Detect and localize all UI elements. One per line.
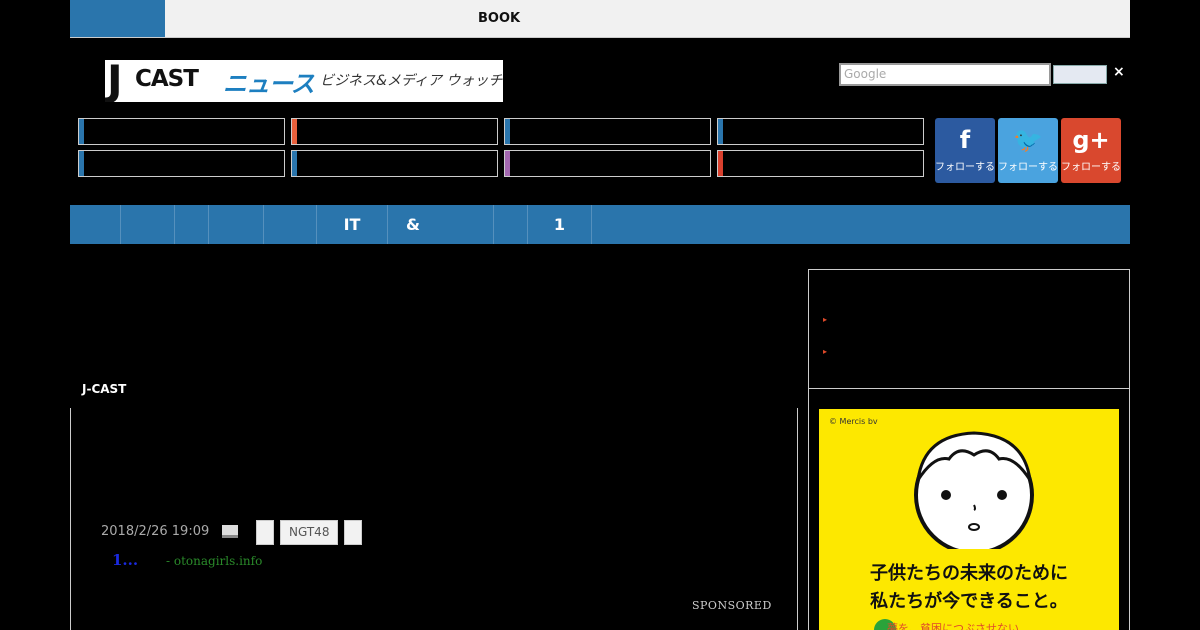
search-button[interactable] <box>1053 65 1107 84</box>
follow-label: フォローする <box>935 162 995 173</box>
section-label: J-CAST <box>82 382 127 396</box>
arrow-icon: ▸ <box>823 347 828 356</box>
print-icon[interactable] <box>222 525 238 538</box>
category-box-6[interactable] <box>291 150 498 177</box>
googleplus-icon: g+ <box>1072 126 1110 154</box>
main-nav: IT & 1 <box>70 205 1130 244</box>
nav-item-3[interactable] <box>175 205 209 244</box>
follow-label: フォローする <box>1061 162 1121 173</box>
logo-cast: CAST <box>135 66 199 92</box>
ad-headline-2: 私たちが今できること。 <box>870 591 1068 612</box>
tag-chip[interactable] <box>344 520 362 545</box>
twitter-follow-button[interactable]: 🐦 フォローする <box>998 118 1058 183</box>
ad-subline: 夢を、貧困につぶさせない <box>887 622 1019 630</box>
sponsored-source[interactable]: - otonagirls.info <box>166 554 262 568</box>
category-box-8[interactable] <box>717 150 924 177</box>
nav-item-8[interactable] <box>494 205 528 244</box>
search-input[interactable]: Google <box>839 63 1051 86</box>
category-accent <box>718 119 723 144</box>
nav-item-5[interactable] <box>264 205 317 244</box>
child-face-illustration <box>914 431 1034 549</box>
category-box-1[interactable] <box>78 118 285 145</box>
nav-item-it[interactable]: IT <box>317 205 388 244</box>
category-accent <box>505 151 510 176</box>
nav-item-10[interactable] <box>592 205 1130 244</box>
close-icon[interactable]: × <box>1113 64 1125 80</box>
sidebar-ad-banner[interactable]: © Mercis bv 子供たちの未来のために 私たちが今できること。 夢を、貧… <box>819 409 1119 630</box>
follow-label: フォローする <box>998 162 1058 173</box>
article-date: 2018/2/26 19:09 <box>101 524 210 539</box>
facebook-follow-button[interactable]: f フォローする <box>935 118 995 183</box>
category-box-2[interactable] <box>291 118 498 145</box>
logo-news: ニュース <box>223 70 315 98</box>
nav-item-and[interactable]: & <box>388 205 494 244</box>
category-accent <box>718 151 723 176</box>
nav-item-1-label[interactable]: 1 <box>528 205 592 244</box>
category-accent <box>292 119 297 144</box>
book-link[interactable]: BOOK <box>478 11 520 26</box>
sponsored-label: SPONSORED <box>692 599 772 612</box>
nav-item-4[interactable] <box>209 205 264 244</box>
site-logo[interactable]: J CAST ニュース ビジネス&メディア ウォッチ <box>105 60 503 102</box>
top-bar-home-tab[interactable] <box>70 0 165 37</box>
category-box-5[interactable] <box>78 150 285 177</box>
googleplus-follow-button[interactable]: g+ フォローする <box>1061 118 1121 183</box>
twitter-icon: 🐦 <box>1013 126 1043 154</box>
category-accent <box>79 151 84 176</box>
sidebar-panel: ▸ ▸ <box>808 269 1130 389</box>
sponsored-link[interactable]: 1... <box>112 551 138 569</box>
category-box-3[interactable] <box>504 118 711 145</box>
facebook-icon: f <box>959 126 971 154</box>
arrow-icon: ▸ <box>823 315 828 324</box>
nav-item-2[interactable] <box>121 205 175 244</box>
logo-tagline: ビジネス&メディア ウォッチ <box>320 73 503 89</box>
article-frame <box>70 408 798 630</box>
tag-ngt48[interactable]: NGT48 <box>280 520 339 545</box>
category-accent <box>79 119 84 144</box>
ad-headline-1: 子供たちの未来のために <box>870 563 1068 584</box>
category-accent <box>292 151 297 176</box>
category-box-7[interactable] <box>504 150 711 177</box>
category-accent <box>505 119 510 144</box>
tag-chip[interactable] <box>256 520 274 545</box>
top-bar: BOOK <box>70 0 1130 38</box>
ad-copyright: © Mercis bv <box>829 417 878 426</box>
logo-j: J <box>107 60 123 102</box>
nav-item-1[interactable] <box>70 205 121 244</box>
category-box-4[interactable] <box>717 118 924 145</box>
